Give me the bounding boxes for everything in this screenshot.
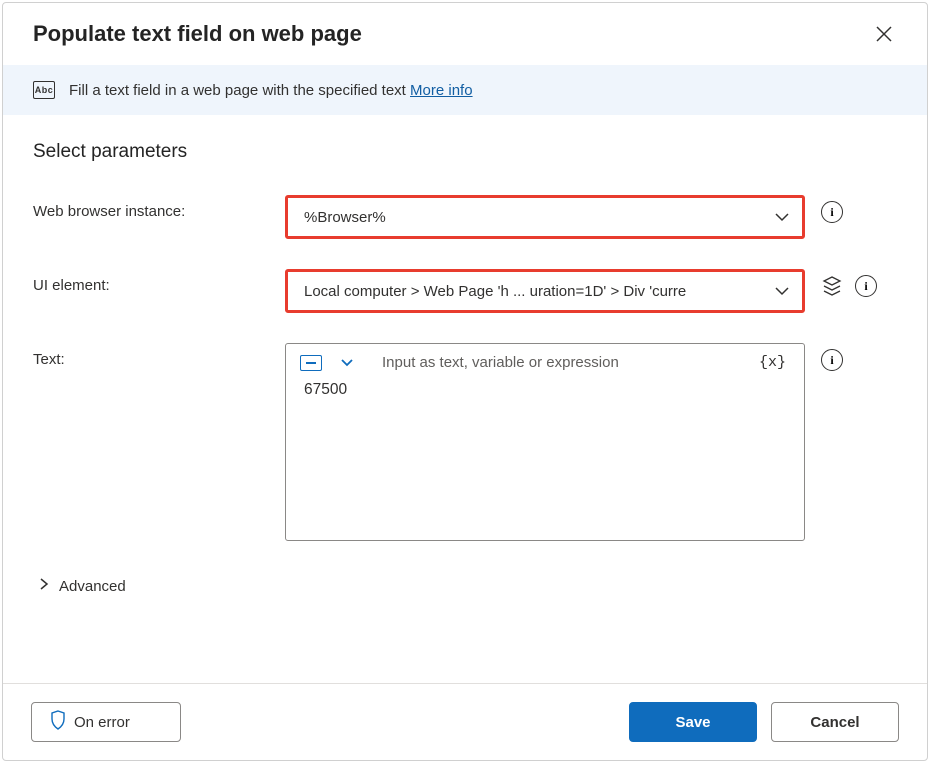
dialog-footer: On error Save Cancel	[3, 683, 927, 760]
param-row-browser: Web browser instance: %Browser% i	[33, 195, 897, 239]
text-field-icon: Abc	[33, 81, 55, 99]
cancel-button[interactable]: Cancel	[771, 702, 899, 742]
chevron-down-icon	[774, 212, 790, 222]
info-text: Fill a text field in a web page with the…	[69, 82, 473, 99]
chevron-down-icon	[774, 286, 790, 296]
browser-info-button[interactable]: i	[821, 201, 843, 223]
dialog-title: Populate text field on web page	[33, 21, 362, 47]
element-info-button[interactable]: i	[855, 275, 877, 297]
param-row-element: UI element: Local computer > Web Page 'h…	[33, 269, 897, 313]
dialog: Populate text field on web page Abc Fill…	[2, 2, 928, 761]
close-button[interactable]	[871, 21, 897, 47]
input-mode-dropdown[interactable]	[340, 358, 354, 367]
info-icon: i	[821, 349, 843, 371]
insert-variable-button[interactable]: {x}	[755, 354, 790, 371]
more-info-link[interactable]: More info	[410, 82, 473, 99]
element-select[interactable]: Local computer > Web Page 'h ... uration…	[285, 269, 805, 313]
content: Select parameters Web browser instance: …	[3, 115, 927, 683]
browser-select-value: %Browser%	[304, 209, 386, 226]
shield-icon	[50, 710, 66, 734]
info-bar: Abc Fill a text field in a web page with…	[3, 65, 927, 115]
browser-select[interactable]: %Browser%	[285, 195, 805, 239]
advanced-label: Advanced	[59, 578, 126, 595]
section-title: Select parameters	[33, 141, 897, 163]
info-icon: i	[821, 201, 843, 223]
save-button[interactable]: Save	[629, 702, 757, 742]
close-icon	[875, 31, 893, 46]
text-info-button[interactable]: i	[821, 349, 843, 371]
on-error-button[interactable]: On error	[31, 702, 181, 742]
text-editor: Input as text, variable or expression {x…	[285, 343, 805, 541]
dialog-header: Populate text field on web page	[3, 3, 927, 65]
text-editor-toolbar: Input as text, variable or expression {x…	[286, 344, 804, 377]
element-label: UI element:	[33, 269, 285, 294]
advanced-toggle[interactable]: Advanced	[33, 571, 897, 595]
on-error-label: On error	[74, 714, 130, 731]
text-input[interactable]: 67500	[286, 377, 804, 517]
text-placeholder: Input as text, variable or expression	[364, 354, 745, 371]
chevron-right-icon	[39, 577, 49, 595]
layers-icon	[821, 285, 843, 300]
browser-label: Web browser instance:	[33, 195, 285, 220]
input-mode-icon	[300, 355, 322, 371]
element-select-value: Local computer > Web Page 'h ... uration…	[304, 283, 686, 300]
element-picker-button[interactable]	[821, 275, 843, 297]
param-row-text: Text: Input as text, variable or express…	[33, 343, 897, 541]
text-label: Text:	[33, 343, 285, 368]
info-icon: i	[855, 275, 877, 297]
